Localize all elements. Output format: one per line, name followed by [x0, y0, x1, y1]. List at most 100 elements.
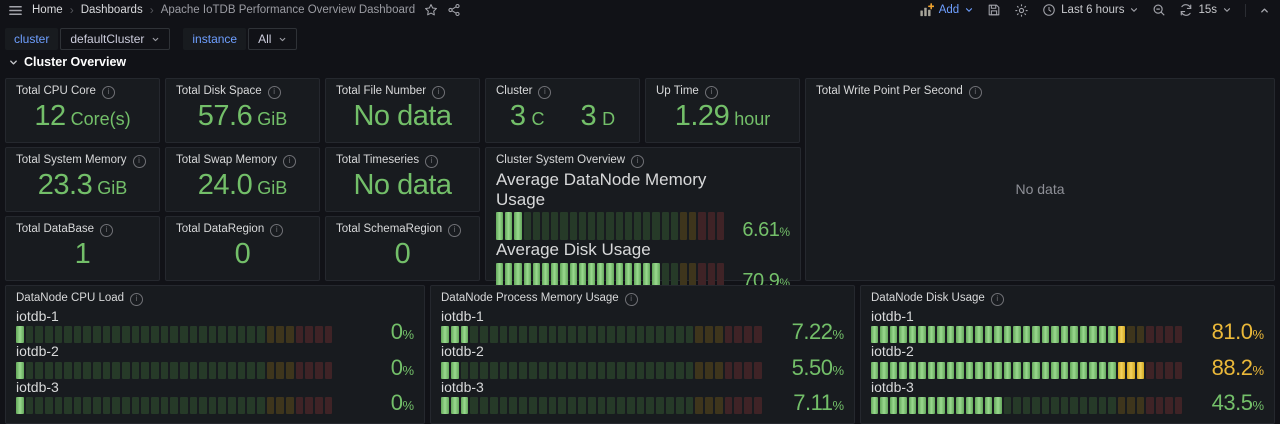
panel-total-dataregion: Total DataRegion 0: [165, 216, 320, 281]
gauge-cell: [662, 212, 669, 240]
chevron-up-icon[interactable]: [1259, 5, 1270, 16]
gauge-cell: [490, 326, 498, 343]
info-icon[interactable]: [625, 293, 638, 306]
gauge-cell: [1108, 362, 1115, 379]
gauge-cell: [947, 326, 954, 343]
gauge-cell: [588, 212, 595, 240]
gauge-cell: [899, 362, 906, 379]
zoom-out-icon[interactable]: [1152, 3, 1166, 17]
stat-unit: GiB: [257, 104, 287, 128]
gauge-cell: [16, 397, 24, 414]
gauge-main: iotdb-1: [16, 308, 332, 343]
panel-title[interactable]: DataNode CPU Load: [16, 293, 124, 305]
gauge-cell: [680, 212, 687, 240]
gauge-cell: [276, 326, 284, 343]
gauge-cell: [994, 397, 1001, 414]
row-cluster-overview[interactable]: Cluster Overview: [8, 55, 126, 69]
menu-icon[interactable]: [8, 3, 23, 18]
section-title: Cluster Overview: [24, 55, 126, 69]
variable-instance-select[interactable]: All: [248, 28, 297, 50]
gauge-cell: [656, 397, 664, 414]
panel-title[interactable]: DataNode Disk Usage: [871, 293, 985, 305]
info-icon[interactable]: [130, 293, 143, 306]
gauge-cell: [617, 362, 625, 379]
bar-gauge: [871, 362, 1182, 379]
gauge-cell: [315, 397, 323, 414]
gauge-cell: [871, 326, 878, 343]
gauge-cell: [928, 326, 935, 343]
gauge-cell: [928, 397, 935, 414]
variable-cluster-value: defaultCluster: [70, 32, 144, 46]
gauge-cell: [671, 212, 678, 240]
gauge-cell: [141, 397, 149, 414]
breadcrumb-home[interactable]: Home: [32, 4, 63, 16]
gauge-value-unit: %: [1252, 363, 1264, 378]
gauge-cell: [725, 326, 733, 343]
stat-value: 0: [235, 240, 251, 269]
gauge-cell: [1137, 326, 1144, 343]
gauge-cell: [500, 326, 508, 343]
save-icon[interactable]: [987, 3, 1001, 17]
share-icon[interactable]: [447, 3, 461, 17]
time-range-picker[interactable]: Last 6 hours: [1042, 3, 1139, 17]
gauge-value: 0%: [340, 321, 414, 343]
gauge-cell: [686, 326, 694, 343]
gauge-cell: [325, 326, 333, 343]
bar-gauge: [16, 362, 332, 379]
gauge-cell: [64, 362, 72, 379]
gauge-cell: [966, 326, 973, 343]
refresh-button[interactable]: 15s: [1179, 3, 1232, 17]
gauge-cell: [975, 397, 982, 414]
info-icon[interactable]: [631, 155, 644, 168]
gauge-cell: [35, 362, 43, 379]
gauge-cell: [725, 362, 733, 379]
gauge-cell: [549, 397, 557, 414]
grafana-dashboard: Home Dashboards Apache IoTDB Performance…: [0, 0, 1280, 424]
gauge-cell: [1165, 326, 1172, 343]
bar-gauge: [441, 362, 762, 379]
breadcrumb-dashboards[interactable]: Dashboards: [81, 4, 143, 16]
bar-gauge-row: iotdb-3 43.5%: [871, 379, 1264, 414]
gauge-main: iotdb-1: [871, 308, 1182, 343]
gauge-cell: [634, 212, 641, 240]
gauge-cell: [103, 397, 111, 414]
gauge-value-unit: %: [402, 398, 414, 413]
gauge-value-unit: %: [1252, 398, 1264, 413]
gauge-cell: [480, 397, 488, 414]
stat-unit: C: [532, 104, 545, 128]
refresh-icon: [1179, 3, 1193, 17]
star-icon[interactable]: [424, 3, 438, 17]
gauge-cell: [276, 362, 284, 379]
dashboard-variables: cluster defaultCluster instance All: [5, 28, 297, 50]
panel-header: Cluster System Overview: [486, 148, 800, 168]
panel-header: DataNode CPU Load: [6, 286, 424, 306]
gauge-cell: [947, 362, 954, 379]
info-icon[interactable]: [991, 293, 1004, 306]
settings-gear-icon[interactable]: [1014, 3, 1029, 18]
gauge-cell: [505, 212, 512, 240]
gauge-cell: [533, 212, 540, 240]
gauge-cell: [170, 362, 178, 379]
gauge-cell: [238, 397, 246, 414]
gauge-cell: [524, 212, 531, 240]
gauge-body: iotdb-1 0% iotdb-2 0% iotdb-3: [16, 308, 414, 414]
gauge-cell: [470, 397, 478, 414]
gauge-main: iotdb-2: [871, 343, 1182, 378]
gauge-cell: [646, 326, 654, 343]
gauge-cell: [209, 326, 217, 343]
navbar-left: Home Dashboards Apache IoTDB Performance…: [8, 3, 461, 18]
panel-title[interactable]: Cluster System Overview: [496, 155, 625, 167]
gauge-body: iotdb-1 7.22% iotdb-2 5.50% iotdb-3: [441, 308, 844, 414]
gauge-cell: [616, 212, 623, 240]
add-button[interactable]: Add: [919, 3, 974, 18]
gauge-cell: [26, 326, 34, 343]
variable-cluster-select[interactable]: defaultCluster: [60, 28, 170, 50]
panel-header: DataNode Process Memory Usage: [431, 286, 854, 306]
panel-title[interactable]: DataNode Process Memory Usage: [441, 293, 619, 305]
gauge-cell: [209, 362, 217, 379]
breadcrumb: Home Dashboards Apache IoTDB Performance…: [32, 4, 415, 16]
gauge-cell: [514, 212, 521, 240]
gauge-cell: [1118, 397, 1125, 414]
bar-gauge: [16, 326, 332, 343]
gauge-cell: [35, 397, 43, 414]
